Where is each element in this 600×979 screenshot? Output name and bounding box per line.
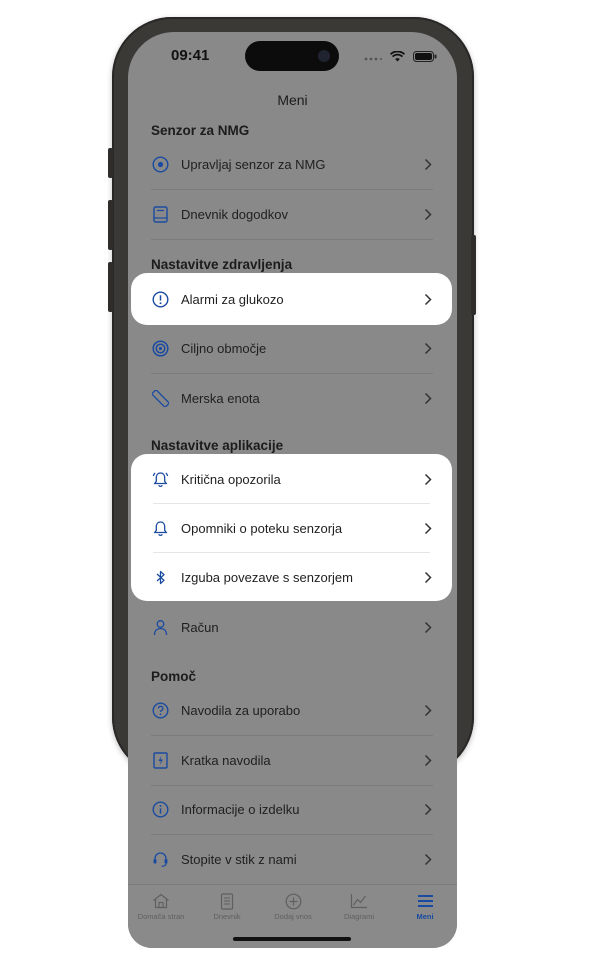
chevron-right-icon — [423, 621, 433, 635]
quick-guide-icon — [151, 752, 169, 770]
phone-screen: 09:41 Meni Senzor za NMG Upravljaj senzo… — [128, 32, 457, 948]
chevron-right-icon — [423, 158, 433, 172]
chevron-right-icon — [423, 293, 433, 307]
battery-icon — [413, 49, 437, 67]
menu-item-manage-sensor[interactable]: Upravljaj senzor za NMG — [151, 140, 433, 189]
chart-icon — [326, 891, 392, 911]
section-header-treatment-settings: Nastavitve zdravljenja — [151, 257, 293, 272]
logbook-icon — [194, 891, 260, 911]
menu-item-label: Ciljno območje — [181, 341, 267, 356]
home-indicator[interactable] — [233, 937, 351, 941]
dynamic-island — [245, 41, 339, 71]
wifi-icon — [389, 49, 406, 67]
tab-label: Meni — [416, 912, 434, 921]
menu-item-label: Upravljaj senzor za NMG — [181, 157, 326, 172]
signal-icon — [364, 49, 382, 67]
status-icons — [364, 49, 437, 67]
menu-item-label: Dnevnik dogodkov — [181, 207, 288, 222]
phone-power-button — [471, 235, 476, 315]
menu-item-label: Informacije o izdelku — [181, 802, 300, 817]
tab-label: Dodaj vnos — [274, 912, 312, 921]
menu-icon — [392, 891, 457, 911]
menu-item-label: Alarmi za glukozo — [181, 292, 284, 307]
menu-item-signal-loss[interactable]: Izguba povezave s senzorjem — [151, 553, 433, 602]
phone-volume-up-button — [108, 200, 113, 250]
menu-item-user-manual[interactable]: Navodila za uporabo — [151, 686, 433, 735]
section-header-sensor: Senzor za NMG — [151, 123, 250, 138]
bell-icon — [151, 520, 169, 538]
menu-item-label: Opomniki o poteku senzorja — [181, 521, 343, 536]
menu-item-contact-us[interactable]: Stopite v stik z nami — [151, 835, 433, 884]
chevron-right-icon — [423, 392, 433, 406]
menu-item-product-info[interactable]: Informacije o izdelku — [151, 785, 433, 834]
sensor-icon — [151, 156, 169, 174]
chevron-right-icon — [423, 704, 433, 718]
menu-item-label: Kritična opozorila — [181, 472, 281, 487]
chevron-right-icon — [423, 853, 433, 867]
chevron-right-icon — [423, 342, 433, 356]
menu-item-label: Izguba povezave s senzorjem — [181, 570, 353, 585]
menu-item-quick-guide[interactable]: Kratka navodila — [151, 736, 433, 785]
headset-icon — [151, 851, 169, 869]
chevron-right-icon — [423, 571, 433, 585]
status-bar: 09:41 — [128, 32, 457, 82]
menu-item-label: Stopite v stik z nami — [181, 852, 297, 867]
tab-label: Domača stran — [137, 912, 185, 921]
bell-alert-icon — [151, 471, 169, 489]
tab-charts[interactable]: Diagrami — [326, 891, 392, 921]
info-icon — [151, 801, 169, 819]
add-circle-icon — [260, 891, 326, 911]
phone-volume-down-button — [108, 262, 113, 312]
person-icon — [151, 619, 169, 637]
tab-home[interactable]: Domača stran — [128, 891, 194, 921]
menu-item-glucose-alarms[interactable]: Alarmi za glukozo — [151, 275, 433, 324]
tab-add-entry[interactable]: Dodaj vnos — [260, 891, 326, 921]
camera-icon — [318, 50, 330, 62]
tab-label: Diagrami — [343, 912, 374, 921]
home-icon — [128, 891, 194, 911]
menu-item-target-range[interactable]: Ciljno območje — [151, 324, 433, 373]
section-header-help: Pomoč — [151, 669, 197, 684]
menu-item-label: Kratka navodila — [181, 753, 271, 768]
logbook-icon — [151, 206, 169, 224]
menu-item-critical-alerts[interactable]: Kritična opozorila — [151, 455, 433, 504]
tab-label: Dnevnik — [213, 912, 241, 921]
menu-item-unit-of-measure[interactable]: Merska enota — [151, 374, 433, 423]
menu-item-sensor-expiry-reminders[interactable]: Opomniki o poteku senzorja — [151, 504, 433, 553]
row-divider — [151, 239, 433, 240]
chevron-right-icon — [423, 208, 433, 222]
menu-item-account[interactable]: Račun — [151, 603, 433, 652]
status-time: 09:41 — [171, 47, 210, 64]
page-title: Meni — [277, 92, 308, 108]
ruler-icon — [151, 390, 169, 408]
section-header-app-settings: Nastavitve aplikacije — [151, 438, 284, 453]
menu-item-label: Merska enota — [181, 391, 260, 406]
tab-logbook[interactable]: Dnevnik — [194, 891, 260, 921]
help-icon — [151, 702, 169, 720]
chevron-right-icon — [423, 522, 433, 536]
phone-side-button — [108, 148, 113, 178]
chevron-right-icon — [423, 803, 433, 817]
menu-item-label: Račun — [181, 620, 219, 635]
chevron-right-icon — [423, 754, 433, 768]
tab-menu[interactable]: Meni — [392, 891, 457, 921]
bluetooth-icon — [151, 569, 169, 587]
menu-item-event-log[interactable]: Dnevnik dogodkov — [151, 190, 433, 239]
target-icon — [151, 340, 169, 358]
chevron-right-icon — [423, 473, 433, 487]
alert-circle-icon — [151, 291, 169, 309]
menu-item-label: Navodila za uporabo — [181, 703, 301, 718]
